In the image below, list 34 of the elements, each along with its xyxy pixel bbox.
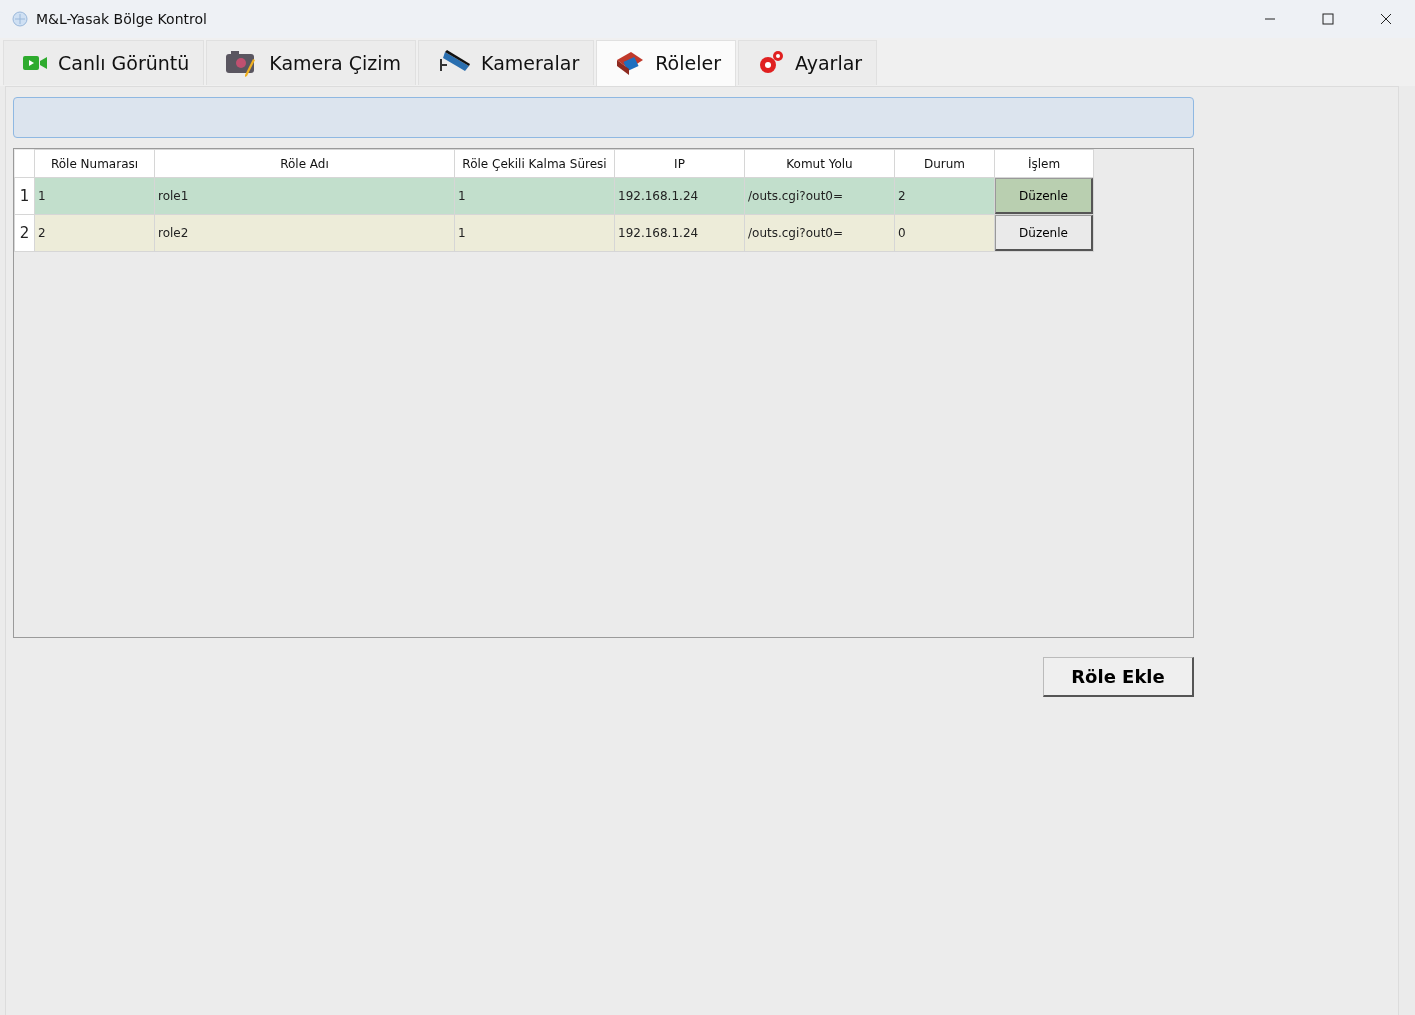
tab[interactable]: Ayarlar (737, 40, 878, 85)
add-relay-button[interactable]: Röle Ekle (1043, 657, 1194, 697)
table-cell: 1 (34, 177, 155, 215)
table-cell: 192.168.1.24 (614, 214, 745, 252)
column-header: Röle Çekili Kalma Süresi (454, 149, 615, 178)
tab[interactable]: Kamera Çizim (206, 40, 417, 85)
table-cell: 192.168.1.24 (614, 177, 745, 215)
column-header: Röle Numarası (34, 149, 155, 178)
tab[interactable]: Kameralar (418, 40, 595, 85)
table-cell: 0 (894, 214, 995, 252)
edit-button[interactable]: Düzenle (995, 178, 1093, 214)
column-header: Komut Yolu (744, 149, 895, 178)
table-cell: /outs.cgi?out0= (744, 177, 895, 215)
video-camera-icon (22, 54, 48, 72)
row-header: 1 (14, 177, 35, 215)
edit-button[interactable]: Düzenle (995, 215, 1093, 251)
table-cell: 2 (894, 177, 995, 215)
column-header: Durum (894, 149, 995, 178)
column-header: Röle Adı (154, 149, 455, 178)
tab[interactable]: Röleler (596, 40, 736, 86)
table-cell: 1 (454, 177, 615, 215)
app-icon (10, 9, 30, 29)
table-cell: role1 (154, 177, 455, 215)
table-cell: 1 (454, 214, 615, 252)
column-header: IP (614, 149, 745, 178)
column-header: İşlem (994, 149, 1094, 178)
window-title: M&L-Yasak Bölge Kontrol (36, 9, 207, 29)
table-cell: role2 (154, 214, 455, 252)
maximize-icon (1322, 13, 1334, 25)
table-cell: /outs.cgi?out0= (744, 214, 895, 252)
tab[interactable]: Canlı Görüntü (3, 40, 205, 85)
table-cell: 2 (34, 214, 155, 252)
close-icon (1380, 13, 1392, 25)
row-header: 2 (14, 214, 35, 252)
